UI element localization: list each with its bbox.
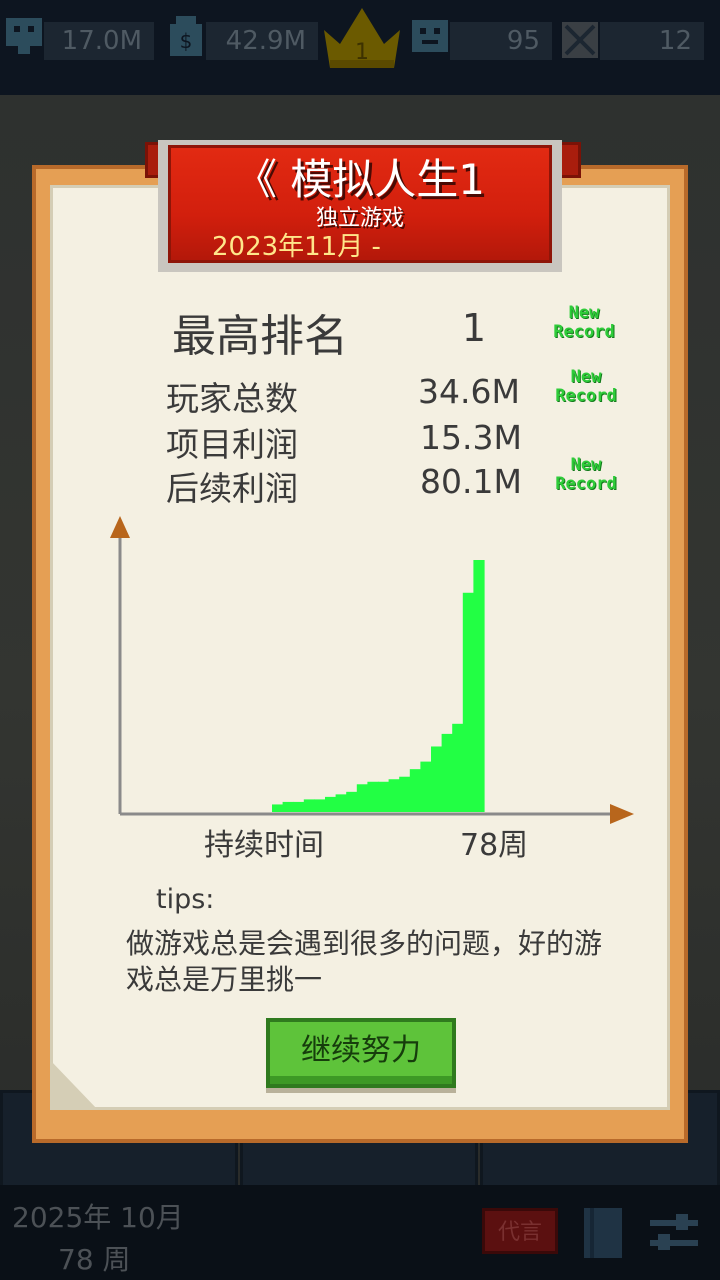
tips-text: 做游戏总是会遇到很多的问题，好的游戏总是万里挑一 — [126, 927, 603, 996]
smiley-icon — [410, 14, 450, 62]
book-icon[interactable] — [582, 1206, 626, 1266]
chart-bar — [441, 733, 453, 812]
chart-bar — [272, 804, 284, 812]
new-record-badge: New Record — [553, 303, 615, 342]
chart-bar — [409, 769, 421, 812]
chart-bar — [462, 592, 474, 812]
continue-button[interactable]: 继续努力 — [266, 1018, 456, 1088]
best-rank-label: 最高排名 — [172, 311, 348, 362]
chart-bars — [272, 560, 485, 812]
locked-icon — [560, 20, 600, 64]
svg-text:$: $ — [180, 29, 193, 53]
chart-bar — [367, 781, 379, 812]
chart-bar — [356, 784, 368, 812]
chart-bar — [388, 779, 400, 812]
happiness-counter: 95 — [450, 22, 552, 60]
settings-sliders-icon[interactable] — [650, 1212, 698, 1260]
endorsement-button[interactable]: 代言 — [482, 1208, 558, 1254]
chart-bar — [303, 799, 315, 812]
chart-bar — [399, 776, 411, 812]
x-axis-label: 持续时间 — [204, 828, 324, 863]
chart-bar — [378, 781, 390, 812]
current-week: 78 周 — [58, 1243, 131, 1276]
follow-up-profit-value: 80.1M — [420, 462, 522, 501]
x-axis-end-label: 78周 — [460, 828, 529, 863]
game-title: 《 模拟人生1 — [234, 155, 486, 204]
new-record-badge: New Record — [555, 367, 617, 406]
fans-counter: 17.0M — [44, 22, 154, 60]
page-curl — [50, 1060, 98, 1110]
money-bag-icon: $ — [166, 14, 206, 64]
current-date: 2025年 10月 — [12, 1201, 184, 1234]
chart-bar — [346, 791, 358, 812]
x-axis-arrow-icon — [610, 804, 634, 824]
chart-bar — [431, 746, 443, 812]
best-rank-value: 1 — [461, 306, 486, 350]
money-counter: 42.9M — [206, 22, 318, 60]
chart-bar — [282, 801, 294, 812]
release-date: 2023年11月 - — [212, 232, 381, 262]
y-axis-arrow-icon — [110, 516, 130, 538]
total-players-value: 34.6M — [418, 372, 520, 411]
locked-counter: 12 — [600, 22, 704, 60]
monitor-face-icon — [4, 14, 44, 62]
project-profit-value: 15.3M — [420, 418, 522, 457]
total-players-label: 玩家总数 — [166, 379, 298, 418]
project-profit-label: 项目利润 — [166, 425, 298, 464]
rank-badge: 1 — [355, 40, 369, 65]
chart-bar — [314, 799, 326, 812]
chart-bar — [452, 723, 464, 812]
follow-up-profit-label: 后续利润 — [166, 469, 298, 508]
new-record-badge: New Record — [555, 455, 617, 494]
chart-bar — [293, 801, 305, 812]
chart-bar — [420, 761, 432, 812]
chart-bar — [325, 796, 337, 812]
tips-heading: tips: — [156, 884, 215, 915]
sales-chart — [110, 516, 634, 824]
chart-bar — [473, 560, 485, 812]
chart-bar — [335, 794, 347, 812]
